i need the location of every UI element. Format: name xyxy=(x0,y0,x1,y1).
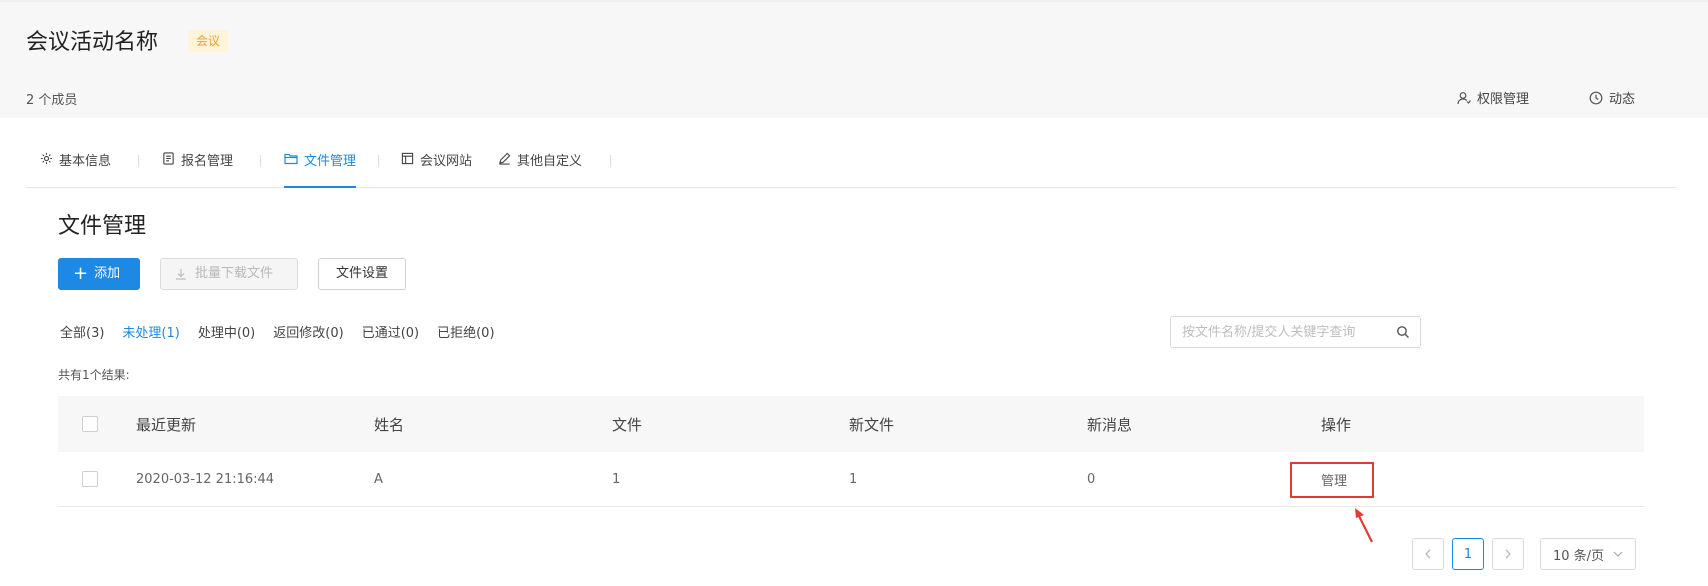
files-table: 最近更新 姓名 文件 新文件 新消息 操作 2020-03-12 21:16:4… xyxy=(58,396,1644,507)
page-size-select[interactable]: 10 条/页 xyxy=(1540,538,1636,570)
annotation-arrow xyxy=(1355,508,1373,543)
column-header-actions: 操作 xyxy=(1321,415,1352,434)
tab-divider xyxy=(260,155,261,167)
gear-icon xyxy=(40,152,53,165)
filter-rejected[interactable]: 已拒绝(0) xyxy=(437,322,494,341)
file-settings-button[interactable]: 文件设置 xyxy=(318,258,406,290)
tab-basic-info[interactable]: 基本信息 xyxy=(40,150,111,188)
page-size-value: 10 条/页 xyxy=(1553,548,1605,564)
column-header-name[interactable]: 姓名 xyxy=(374,396,404,452)
row-checkbox[interactable] xyxy=(82,471,98,487)
select-all-cell xyxy=(82,396,98,452)
layout-icon xyxy=(401,152,414,165)
filter-returned[interactable]: 返回修改(0) xyxy=(273,322,343,341)
chevron-left-icon xyxy=(1425,549,1431,559)
tab-bar: 基本信息 报名管理 文件管理 会议网站 其他自定义 xyxy=(26,150,1676,188)
download-icon xyxy=(176,269,186,280)
batch-download-button[interactable]: 批量下载文件 xyxy=(160,258,298,290)
cell-files-link[interactable]: 1 xyxy=(612,452,620,506)
cell-updated: 2020-03-12 21:16:44 xyxy=(136,471,275,487)
column-header-files[interactable]: 文件 xyxy=(612,396,642,452)
tab-label: 基本信息 xyxy=(59,154,112,169)
result-count: 共有1个结果: xyxy=(58,368,130,382)
tab-registration[interactable]: 报名管理 xyxy=(162,150,233,188)
add-button[interactable]: + 添加 xyxy=(58,258,140,290)
activity-button[interactable]: 动态 xyxy=(1589,88,1635,107)
cell-new-files-link[interactable]: 1 xyxy=(849,452,857,506)
add-label: 添加 xyxy=(94,266,121,281)
search-input[interactable] xyxy=(1182,324,1382,340)
page-number-button[interactable]: 1 xyxy=(1452,538,1484,570)
tab-divider xyxy=(378,155,379,167)
tab-file-management[interactable]: 文件管理 xyxy=(284,150,357,188)
cell-name: A xyxy=(374,471,383,487)
manage-link[interactable]: 管理 xyxy=(1321,452,1347,506)
clock-icon xyxy=(1589,91,1603,104)
tab-divider xyxy=(610,155,611,167)
column-header-new-messages[interactable]: 新消息 xyxy=(1087,396,1132,452)
chevron-right-icon xyxy=(1505,549,1511,559)
section-title: 文件管理 xyxy=(58,214,147,239)
permissions-button[interactable]: 权限管理 xyxy=(1457,88,1529,107)
page-header: 会议活动名称 会议 2 个成员 权限管理 动态 xyxy=(0,0,1708,118)
search-icon[interactable] xyxy=(1396,325,1410,343)
previous-page-button[interactable] xyxy=(1412,538,1444,570)
column-header-updated[interactable]: 最近更新 xyxy=(136,396,196,452)
permissions-label: 权限管理 xyxy=(1477,92,1530,107)
select-all-checkbox[interactable] xyxy=(82,416,98,432)
event-title: 会议活动名称 xyxy=(26,30,159,55)
tab-conference-website[interactable]: 会议网站 xyxy=(401,150,472,188)
tab-label: 报名管理 xyxy=(181,154,234,169)
batch-download-label: 批量下载文件 xyxy=(195,266,274,281)
cell-new-messages: 0 xyxy=(1087,471,1096,487)
column-header-new-files[interactable]: 新文件 xyxy=(849,396,894,452)
tab-label: 文件管理 xyxy=(304,154,357,169)
filter-unprocessed[interactable]: 未处理(1) xyxy=(122,322,179,341)
tab-custom[interactable]: 其他自定义 xyxy=(498,150,582,188)
table-header: 最近更新 姓名 文件 新文件 新消息 操作 xyxy=(58,396,1644,452)
form-icon xyxy=(163,152,174,165)
search-box xyxy=(1170,316,1421,348)
status-filters: 全部(3) 未处理(1) 处理中(0) 返回修改(0) 已通过(0) 已拒绝(0… xyxy=(60,322,513,341)
event-type-tag: 会议 xyxy=(188,30,229,52)
tab-divider xyxy=(138,155,139,167)
tab-label: 会议网站 xyxy=(420,154,473,169)
member-count[interactable]: 2 个成员 xyxy=(26,89,77,108)
table-row: 2020-03-12 21:16:44 A 1 1 0 管理 xyxy=(58,452,1644,507)
user-permission-icon xyxy=(1457,91,1471,104)
plus-icon: + xyxy=(73,263,89,284)
tab-label: 其他自定义 xyxy=(517,154,583,169)
next-page-button[interactable] xyxy=(1492,538,1524,570)
activity-label: 动态 xyxy=(1609,92,1636,107)
pencil-icon xyxy=(499,152,511,165)
folder-icon xyxy=(284,153,298,165)
filter-all[interactable]: 全部(3) xyxy=(60,322,104,341)
filter-processing[interactable]: 处理中(0) xyxy=(198,322,255,341)
chevron-down-icon xyxy=(1613,551,1623,557)
row-select-cell xyxy=(82,452,98,506)
filter-approved[interactable]: 已通过(0) xyxy=(362,322,419,341)
